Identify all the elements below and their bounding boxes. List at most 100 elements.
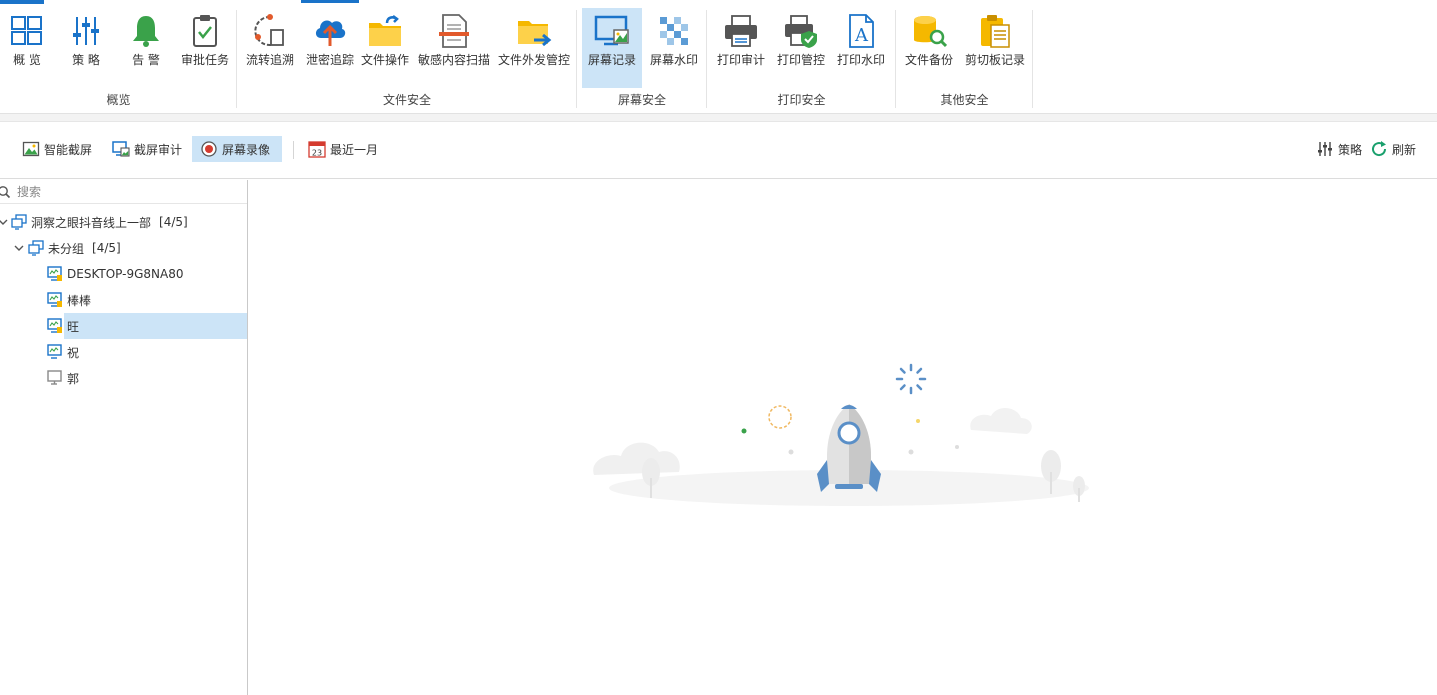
ribbon: 概 览 策 略 告 警 审批任务 概览 流转追溯 泄密追踪 文件操作 敏感内容扫… <box>0 0 1437 114</box>
smart-capture-label: 智能截屏 <box>44 142 93 157</box>
overview-button[interactable]: 概 览 <box>4 8 50 88</box>
tree-root-node[interactable]: 洞察之眼抖音线上一部 [4/5] <box>0 209 247 235</box>
capture-audit-label: 截屏审计 <box>134 142 183 157</box>
online-computer-icon <box>47 292 62 307</box>
main-content-area <box>249 180 1437 695</box>
calendar-day: 23 <box>312 149 322 158</box>
screen-record-label: 屏幕记录 <box>587 53 636 67</box>
device-label: 棒棒 <box>67 293 92 308</box>
smart-capture-button[interactable]: 智能截屏 <box>14 136 100 162</box>
screen-recording-button[interactable]: 屏幕录像 <box>192 136 282 162</box>
ribbon-divider-band <box>0 114 1437 122</box>
printer-shield-icon <box>785 15 817 48</box>
file-backup-button[interactable]: 文件备份 <box>901 8 957 88</box>
alert-button[interactable]: 告 警 <box>122 8 170 88</box>
file-operation-label: 文件操作 <box>360 53 409 67</box>
search-icon <box>0 185 11 198</box>
device-label: DESKTOP-9G8NA80 <box>67 267 184 281</box>
policy-button[interactable]: 策略 <box>1308 136 1370 162</box>
tree-group-count: [4/5] <box>92 241 121 255</box>
ribbon-group-label-screen-security: 屏幕安全 <box>617 93 666 107</box>
device-label: 旺 <box>67 319 80 334</box>
print-control-label: 打印管控 <box>776 53 825 67</box>
refresh-icon <box>1372 141 1387 157</box>
ribbon-group-label-file-security: 文件安全 <box>382 93 431 107</box>
record-icon <box>201 141 217 157</box>
ribbon-group-overview: 概 览 策 略 告 警 审批任务 概览 <box>0 8 237 110</box>
toolbar-separator <box>293 141 294 159</box>
clipboard-record-button[interactable]: 剪切板记录 <box>962 8 1028 88</box>
device-row[interactable]: DESKTOP-9G8NA80 <box>0 261 247 287</box>
tree-group-label: 未分组 <box>48 241 85 256</box>
online-computer-icon <box>47 266 62 281</box>
tree-group-node[interactable]: 未分组 [4/5] <box>0 235 247 261</box>
overview-label: 概 览 <box>13 53 41 67</box>
screen-record-button[interactable]: 屏幕记录 <box>582 8 642 88</box>
clipboard-check-icon <box>193 15 217 47</box>
dashboard-grid-icon <box>11 16 42 45</box>
online-computer-icon <box>47 344 62 359</box>
ribbon-accent-bar <box>0 0 44 4</box>
ribbon-group-file-security: 流转追溯 泄密追踪 文件操作 敏感内容扫描 文件外发管控 文件安全 <box>237 0 577 110</box>
chevron-down-icon[interactable] <box>0 217 8 227</box>
document-scan-icon <box>439 14 469 48</box>
sensitive-scan-label: 敏感内容扫描 <box>417 53 490 67</box>
refresh-label: 刷新 <box>1392 142 1417 157</box>
device-row[interactable]: 祝 <box>0 339 247 365</box>
database-search-icon <box>914 16 947 48</box>
tree-root-count: [4/5] <box>159 215 188 229</box>
flow-trace-label: 流转追溯 <box>245 53 294 67</box>
selection-highlight <box>64 313 247 339</box>
capture-audit-button[interactable]: 截屏审计 <box>104 136 190 162</box>
file-outbound-control-label: 文件外发管控 <box>497 53 570 67</box>
flow-trace-button[interactable]: 流转追溯 <box>243 8 297 88</box>
screen-recording-label: 屏幕录像 <box>222 142 271 157</box>
leak-tracking-label: 泄密追踪 <box>305 53 354 67</box>
document-a-icon: A <box>849 14 874 48</box>
svg-text:A: A <box>854 25 869 46</box>
cloud-upload-icon <box>315 20 346 46</box>
folder-send-icon <box>518 21 552 47</box>
print-watermark-label: 打印水印 <box>836 53 885 67</box>
ribbon-group-other-security: 文件备份 剪切板记录 其他安全 <box>896 8 1033 110</box>
toolbar: 智能截屏 截屏审计 屏幕录像 23 最近一月 策略 刷新 <box>0 123 1437 179</box>
ribbon-group-label-overview: 概览 <box>106 93 131 107</box>
sliders-small-icon <box>1318 142 1332 156</box>
print-audit-label: 打印审计 <box>716 53 765 67</box>
file-backup-label: 文件备份 <box>904 53 953 67</box>
online-computer-icon <box>47 318 62 333</box>
ribbon-group-label-print-security: 打印安全 <box>777 93 826 107</box>
monitor-capture-icon <box>112 141 130 157</box>
file-operation-button[interactable]: 文件操作 <box>359 8 411 88</box>
print-audit-button[interactable]: 打印审计 <box>713 8 769 88</box>
monitor-image-icon <box>594 15 629 46</box>
date-range-label: 最近一月 <box>330 142 379 157</box>
approval-task-button[interactable]: 审批任务 <box>178 8 232 88</box>
device-row[interactable]: 棒棒 <box>0 287 247 313</box>
file-outbound-control-button[interactable]: 文件外发管控 <box>495 8 573 88</box>
ribbon-group-print-security: 打印审计 打印管控 A 打印水印 打印安全 <box>707 8 896 110</box>
bell-icon <box>133 16 159 47</box>
screen-watermark-label: 屏幕水印 <box>649 53 698 67</box>
date-range-button[interactable]: 23 最近一月 <box>300 136 386 162</box>
offline-computer-icon <box>47 370 62 385</box>
ribbon-group-screen-security: 屏幕记录 屏幕水印 屏幕安全 <box>577 8 707 110</box>
tree-root-label: 洞察之眼抖音线上一部 <box>31 215 152 230</box>
device-row[interactable]: 郭 <box>0 365 247 391</box>
refresh-button[interactable]: 刷新 <box>1362 136 1424 162</box>
chevron-down-icon[interactable] <box>14 243 24 253</box>
screen-watermark-button[interactable]: 屏幕水印 <box>645 8 703 88</box>
flow-trace-icon <box>254 14 284 46</box>
alert-label: 告 警 <box>132 53 160 67</box>
leak-tracking-button[interactable]: 泄密追踪 <box>301 0 359 88</box>
clipboard-record-label: 剪切板记录 <box>964 53 1025 67</box>
policy-ribbon-button[interactable]: 策 略 <box>62 8 110 88</box>
sliders-icon <box>73 17 99 45</box>
search-input[interactable] <box>17 180 237 203</box>
print-control-button[interactable]: 打印管控 <box>773 8 829 88</box>
sensitive-scan-button[interactable]: 敏感内容扫描 <box>415 8 493 88</box>
checker-watermark-icon <box>660 17 688 45</box>
search-bar <box>0 180 247 204</box>
print-watermark-button[interactable]: A 打印水印 <box>833 8 889 88</box>
device-row-selected[interactable]: 旺 <box>0 313 247 339</box>
